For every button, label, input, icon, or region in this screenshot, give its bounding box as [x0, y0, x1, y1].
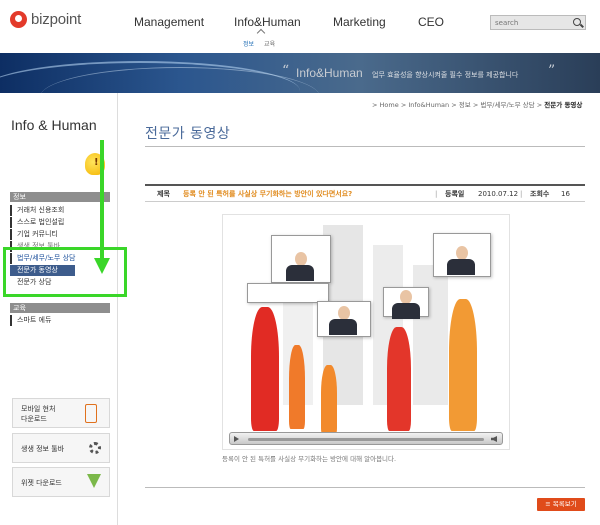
- promo-widget-label: 위젯 다운로드: [21, 479, 62, 487]
- list-icon: ≡: [545, 500, 551, 508]
- sidebar-item-credit[interactable]: 거래처 신용조회: [10, 205, 75, 216]
- breadcrumb-info-human[interactable]: Info&Human: [408, 101, 449, 109]
- open-quote-icon: “: [282, 63, 290, 79]
- person-head: [338, 306, 350, 320]
- sidebar-item-smart-edu[interactable]: 스마트 에듀: [10, 315, 51, 326]
- subnav-info[interactable]: 정보: [243, 39, 254, 48]
- silhouette-red-2: [387, 327, 411, 431]
- breadcrumb-current: 전문가 동영상: [544, 101, 583, 109]
- speaker-bubble-3: [383, 287, 429, 319]
- highlight-box: [3, 247, 127, 297]
- breadcrumb-home[interactable]: Home: [380, 101, 399, 109]
- breadcrumb: > Home > Info&Human > 정보 > 법무/세무/노무 상담 >…: [372, 101, 583, 109]
- sidebar-title: Info & Human: [11, 117, 97, 133]
- title-divider: [145, 146, 585, 147]
- post-info-row: 제목 등록 안 된 특허를 사실상 무기화하는 방안이 있다면서요? | 등록일…: [145, 184, 585, 202]
- download-arrow-icon: [87, 474, 101, 488]
- promo-mobile-label: 모바일 현처 다운로드: [21, 405, 56, 423]
- nav-marketing[interactable]: Marketing: [333, 15, 386, 29]
- silhouette-orange-2: [321, 365, 337, 435]
- player-controls: [229, 432, 503, 445]
- sidebar-item-community[interactable]: 기업 커뮤니티: [10, 229, 75, 240]
- post-views: 16: [561, 190, 570, 198]
- breadcrumb-info[interactable]: 정보: [459, 101, 471, 109]
- speaker-bubble-4: [433, 233, 491, 277]
- date-label: 등록일: [445, 190, 465, 198]
- speaker-bubble-2: [317, 301, 371, 337]
- gear-icon: [89, 442, 101, 454]
- nav-info-human[interactable]: Info&Human: [234, 15, 301, 29]
- list-button-label: 목록보기: [552, 500, 577, 508]
- seek-bar[interactable]: [248, 438, 484, 441]
- divider-pipe-1: |: [435, 190, 438, 198]
- list-button[interactable]: ≡ 목록보기: [537, 498, 585, 511]
- logo-mark-icon: [10, 11, 27, 28]
- silhouette-orange-3: [449, 299, 477, 431]
- nav-caret-icon: [256, 28, 266, 38]
- banner: “ Info&Human 업무 효율성을 향상시켜줄 필수 정보를 제공합니다 …: [0, 53, 600, 93]
- logo-text: bizpoint: [31, 11, 82, 28]
- video-player[interactable]: [222, 214, 510, 450]
- promo-widget[interactable]: 위젯 다운로드: [12, 467, 110, 497]
- promo-mobile[interactable]: 모바일 현처 다운로드: [12, 398, 110, 428]
- nav-ceo[interactable]: CEO: [418, 15, 444, 29]
- volume-icon[interactable]: [491, 436, 497, 442]
- person-body: [392, 303, 420, 319]
- person-body: [286, 265, 314, 281]
- edu-menu: 스마트 에듀: [10, 315, 51, 327]
- person-head: [295, 252, 307, 266]
- subnav-edu[interactable]: 교육: [264, 39, 275, 48]
- highlight-arrow: [100, 140, 104, 260]
- banner-text: 업무 효율성을 향상시켜줄 필수 정보를 제공합니다: [372, 71, 519, 79]
- play-icon[interactable]: [234, 436, 239, 442]
- person-head: [456, 246, 468, 260]
- speaker-bubble-1: [271, 235, 331, 283]
- sidebar-item-incorporation[interactable]: 스스로 법인설립: [10, 217, 75, 228]
- silhouette-red: [251, 307, 279, 431]
- mobile-icon: [85, 404, 97, 423]
- nav-management[interactable]: Management: [134, 15, 204, 29]
- breadcrumb-law[interactable]: 법무/세무/노무 상담: [480, 101, 534, 109]
- person-head: [400, 290, 412, 304]
- promo-toolbar-label: 생생 정보 툴바: [21, 445, 65, 453]
- promo-toolbar[interactable]: 생생 정보 툴바: [12, 433, 110, 463]
- exclamation-icon: !: [94, 157, 99, 168]
- search-box: [490, 15, 586, 30]
- video-caption: 등록이 안 된 특허를 사실상 무기화하는 방안에 대해 알아봅니다.: [222, 455, 397, 463]
- person-body: [447, 259, 475, 275]
- search-input[interactable]: [491, 16, 569, 29]
- close-quote-icon: ”: [548, 63, 556, 79]
- city-building: [413, 265, 448, 405]
- page-title: 전문가 동영상: [145, 126, 231, 142]
- section-header-edu: 교육: [10, 303, 110, 313]
- divider-pipe-2: |: [520, 190, 523, 198]
- views-label: 조회수: [530, 190, 550, 198]
- text-bubble: [247, 283, 329, 303]
- search-icon[interactable]: [573, 18, 581, 26]
- sub-nav: 정보 교육: [243, 39, 275, 48]
- banner-title: Info&Human: [296, 66, 363, 80]
- logo[interactable]: bizpoint: [10, 11, 81, 28]
- post-date: 2010.07.12: [478, 190, 519, 198]
- silhouette-orange: [289, 345, 305, 429]
- bottom-divider: [145, 487, 585, 488]
- post-subject: 등록 안 된 특허를 사실상 무기화하는 방안이 있다면서요?: [183, 190, 353, 198]
- top-bar: bizpoint Management Info&Human Marketing…: [0, 0, 600, 38]
- subject-label: 제목: [157, 190, 170, 198]
- person-body: [329, 319, 357, 335]
- section-header-info: 정보: [10, 192, 110, 202]
